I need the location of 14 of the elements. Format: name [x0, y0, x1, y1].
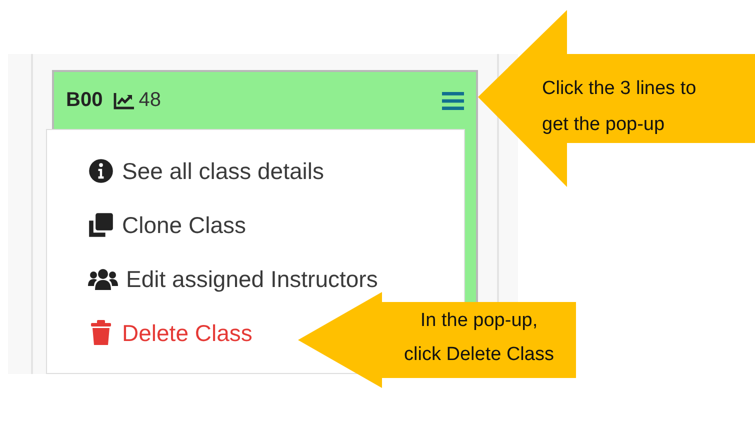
menu-icon[interactable]: [442, 90, 464, 110]
enrollment-count: 48: [138, 89, 161, 112]
info-icon: [88, 158, 114, 184]
menu-item[interactable]: See all class details: [88, 154, 324, 188]
menu-item[interactable]: Edit assigned Instructors: [88, 262, 378, 296]
clone-icon: [88, 212, 114, 238]
users-icon: [88, 268, 118, 290]
trash-icon: [88, 320, 114, 346]
menu-item[interactable]: Clone Class: [88, 208, 246, 242]
class-code: B00: [66, 89, 103, 112]
callout-text: In the pop-up, click Delete Class: [403, 309, 555, 367]
line-chart-icon: [112, 92, 135, 110]
menu-item[interactable]: Delete Class: [88, 316, 252, 350]
callout-text: Click the 3 lines to get the pop-up: [542, 77, 696, 137]
